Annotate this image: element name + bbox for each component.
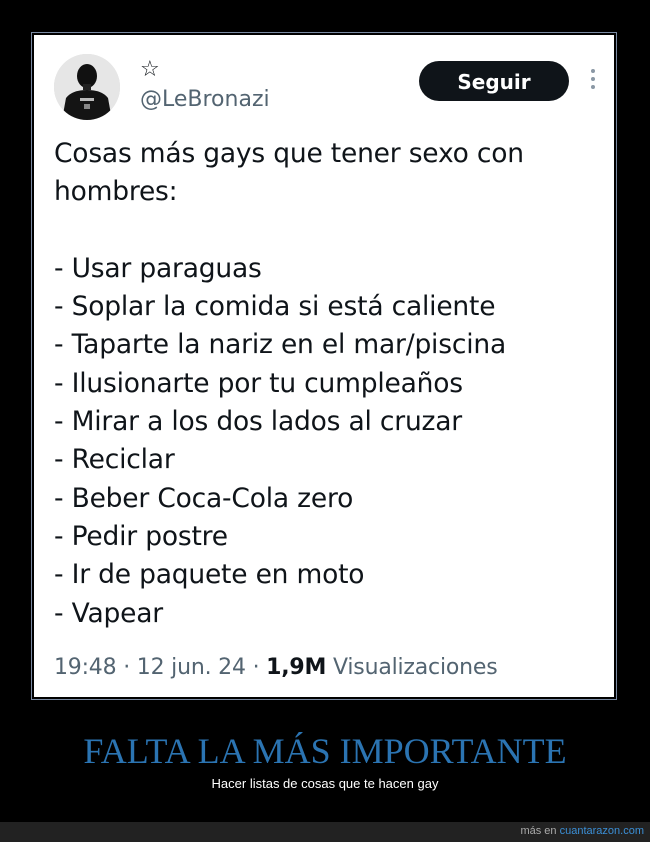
tweet-time[interactable]: 19:48 [54,655,117,680]
list-item: - Taparte la nariz en el mar/piscina [54,329,506,361]
list-item: - Usar paraguas [54,252,262,284]
list-item: - Ir de paquete en moto [54,559,365,591]
views-label: Visualizaciones [333,655,498,680]
tweet-line: hombres: [54,176,178,208]
avatar[interactable] [54,54,120,120]
footer-bar: más en cuantarazon.com [0,822,650,842]
post-frame: ☆ @LeBronazi Seguir Cosas más gays que t… [31,32,617,700]
tweet-meta: 19:48 · 12 jun. 24 · 1,9M Visualizacione… [54,655,498,680]
page: ☆ @LeBronazi Seguir Cosas más gays que t… [0,0,650,842]
separator-dot: · [252,655,267,680]
list-item: - Mirar a los dos lados al cruzar [54,406,462,438]
list-item: - Pedir postre [54,520,228,552]
caption-title: FALTA LA MÁS IMPORTANTE [83,731,567,771]
avatar-image [54,54,120,120]
more-options-icon[interactable] [590,69,596,93]
site-link[interactable]: cuantarazon.com [560,825,644,837]
list-item: - Soplar la comida si está caliente [54,291,496,323]
list-item: - Ilusionarte por tu cumpleaños [54,367,463,399]
tweet-card: ☆ @LeBronazi Seguir Cosas más gays que t… [34,35,614,697]
tweet-text: Cosas más gays que tener sexo con hombre… [54,135,594,633]
tweet-line: Cosas más gays que tener sexo con [54,138,524,169]
user-handle[interactable]: @LeBronazi [140,87,270,113]
views-count: 1,9M [266,655,327,680]
footer-text: más en cuantarazon.com [520,825,644,837]
follow-button[interactable]: Seguir [419,61,569,101]
list-item: - Reciclar [54,444,175,476]
list-item: - Vapear [54,597,163,629]
list-item: - Beber Coca-Cola zero [54,482,354,514]
separator-dot: · [123,655,137,680]
display-name[interactable]: ☆ [140,57,160,81]
footer-prefix: más en [520,825,557,837]
caption-subtitle: Hacer listas de cosas que te hacen gay [211,776,439,791]
tweet-date[interactable]: 12 jun. 24 [137,655,246,680]
